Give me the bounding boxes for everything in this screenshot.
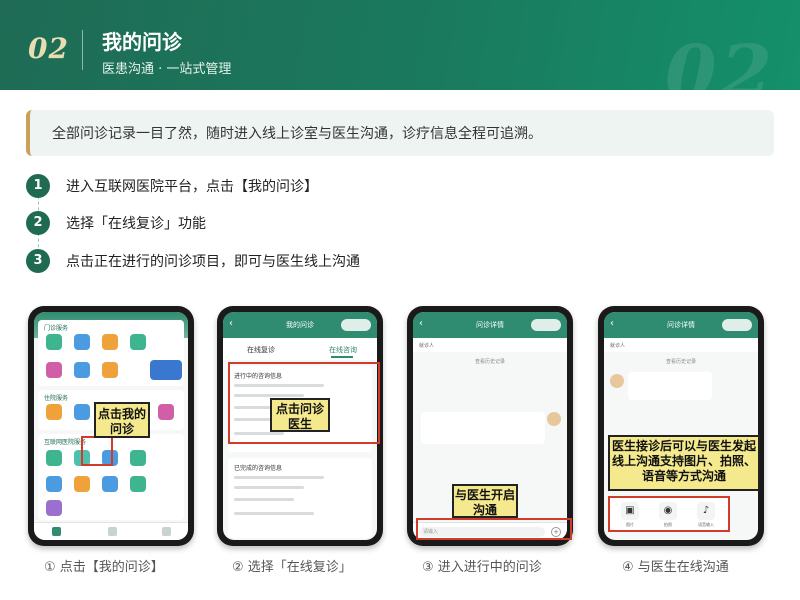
section-title: 我的问诊 [102,30,182,54]
camera-tool[interactable]: ◉ 拍照 [654,502,682,528]
service-icon[interactable] [74,362,90,378]
patient-bar: 就诊人 [604,338,758,352]
bottom-tabbar [34,522,188,540]
tool-label: 拍照 [664,522,672,527]
text-line [234,498,294,501]
section-subtitle: 医患沟通 · 一站式管理 [102,62,232,77]
tool-panel: ▣ 图片 ◉ 拍照 ♪ 语音输入 [608,496,730,532]
service-icon[interactable] [74,404,90,420]
service-icon[interactable] [74,334,90,350]
highlight-box [81,436,113,466]
image-icon: ▣ [621,502,639,520]
section-label: 门诊服务 [44,325,69,332]
callout-tip: 点击我的问诊 [94,402,150,438]
profile-tab-icon[interactable] [162,527,171,536]
text-line [234,512,314,515]
section-number: 02 [28,32,69,65]
callout-tip: 点击问诊医生 [270,398,330,432]
service-icon[interactable] [46,404,62,420]
intro-banner: 全部问诊记录一目了然，随时进入线上诊室与医生沟通，诊疗信息全程可追溯。 [26,110,774,156]
consultation-tabs: 在线复诊 在线咨询 [223,338,377,360]
service-icon[interactable] [102,362,118,378]
step-number: 3 [26,249,50,273]
step-number: 1 [26,174,50,198]
image-tool[interactable]: ▣ 图片 [616,502,644,528]
completed-card[interactable]: 已完成的咨询信息 [228,458,372,538]
miniapp-capsule[interactable] [722,319,752,331]
service-icon[interactable] [46,334,62,350]
card-title: 已完成的咨询信息 [234,465,283,472]
tab-indicator [331,356,353,358]
service-icon[interactable] [46,362,62,378]
history-link[interactable]: 查看历史记录 [604,358,758,365]
app-topbar: ‹ 问诊详情 [604,312,758,338]
service-icon[interactable] [102,334,118,350]
patient-label: 就诊人 [610,343,626,349]
doctor-avatar [547,412,561,426]
step-text: 选择「在线复诊」功能 [66,216,206,232]
chat-bubble[interactable] [628,372,712,400]
phone-caption: ② 选择「在线复诊」 [232,560,352,575]
text-line [234,486,304,489]
tool-label: 图片 [626,522,634,527]
tab-online-revisit[interactable]: 在线复诊 [247,345,275,355]
callout-tip: 与医生开启沟通 [452,484,518,518]
service-icon[interactable] [130,334,146,350]
service-icon[interactable] [130,450,146,466]
microphone-icon: ♪ [697,502,715,520]
service-icon[interactable] [74,476,90,492]
patient-bar: 就诊人 [413,338,567,352]
phone-caption: ③ 进入进行中的问诊 [422,560,542,575]
service-icon[interactable] [46,476,62,492]
section-header: 02 我的问诊 医患沟通 · 一站式管理 02 [0,0,800,90]
home-tab-icon[interactable] [52,527,61,536]
phone-caption: ④ 与医生在线沟通 [622,560,729,575]
section-label: 住院服务 [44,395,69,402]
system-notice [421,370,545,410]
service-icon[interactable] [102,476,118,492]
service-icon[interactable] [46,500,62,516]
voice-tool[interactable]: ♪ 语音输入 [692,502,720,528]
promo-icon[interactable] [150,360,182,380]
service-icon[interactable] [130,476,146,492]
miniapp-capsule[interactable] [531,319,561,331]
app-topbar: ‹ 我的问诊 [223,312,377,338]
service-icon[interactable] [46,450,62,466]
records-tab-icon[interactable] [108,527,117,536]
section-label: 互联网医院服务 [44,439,87,446]
service-icon[interactable] [158,404,174,420]
chat-card[interactable] [421,412,545,444]
phone-caption: ① 点击【我的问诊】 [44,560,164,575]
watermark-number: 02 [665,30,776,90]
tab-online-consult[interactable]: 在线咨询 [329,345,357,355]
system-notice [634,402,734,418]
camera-icon: ◉ [659,502,677,520]
doctor-avatar [610,374,624,388]
patient-label: 就诊人 [419,343,435,349]
highlight-box [416,518,572,540]
step-text: 点击正在进行的问诊项目，即可与医生线上沟通 [66,254,360,270]
intro-text: 全部问诊记录一目了然，随时进入线上诊室与医生沟通，诊疗信息全程可追溯。 [52,126,542,142]
step-number: 2 [26,211,50,235]
step-text: 进入互联网医院平台，点击【我的问诊】 [66,179,318,195]
text-line [234,476,324,479]
outpatient-section: 门诊服务 [38,320,184,386]
history-link[interactable]: 查看历史记录 [413,358,567,365]
app-topbar: ‹ 问诊详情 [413,312,567,338]
header-divider [82,30,83,70]
callout-tip: 医生接诊后可以与医生发起线上沟通支持图片、拍照、语音等方式沟通 [608,435,760,491]
tool-label: 语音输入 [698,522,714,527]
miniapp-capsule[interactable] [341,319,371,331]
